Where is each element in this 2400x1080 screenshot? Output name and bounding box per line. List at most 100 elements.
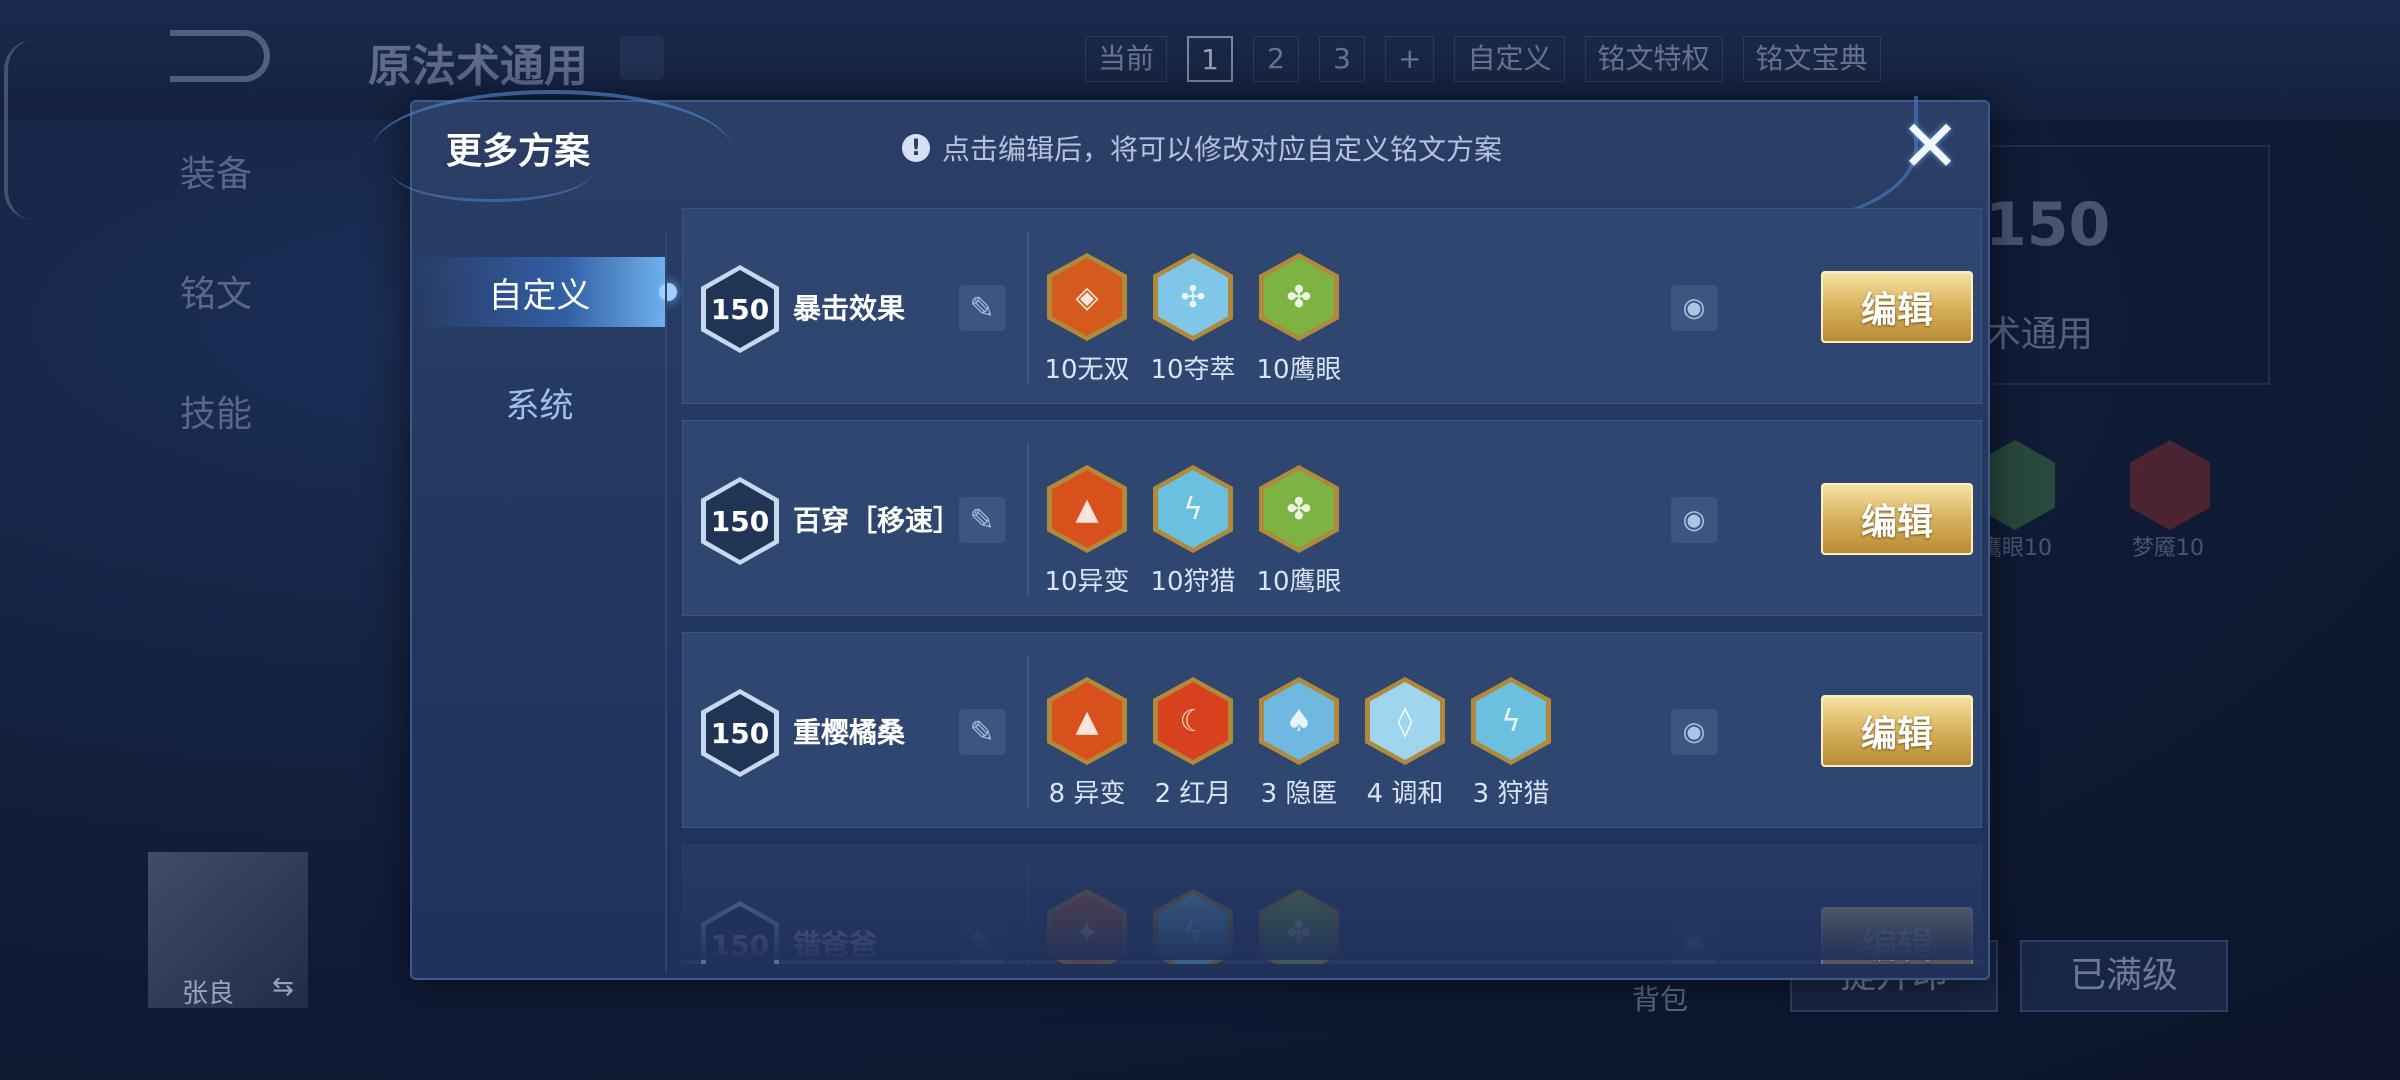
tab-3[interactable]: 3 bbox=[1319, 36, 1366, 82]
rune-label: 10异变 bbox=[1044, 567, 1130, 597]
rune-glyph: ☾ bbox=[1158, 682, 1228, 760]
page-title: 原法术通用 bbox=[368, 41, 588, 92]
rune-level-badge: 150 bbox=[701, 265, 779, 353]
edit-button[interactable]: 编辑 bbox=[1821, 907, 1973, 964]
tab-6[interactable]: 铭文特权 bbox=[1584, 36, 1723, 82]
tab-4[interactable]: + bbox=[1385, 36, 1435, 82]
rune-list: ◈ 10无双 ✣ 10夺萃 ✤ 10鹰眼 bbox=[1044, 253, 1342, 386]
rune-item: ▲ 10异变 bbox=[1044, 465, 1130, 598]
rune-emblem-icon: ▲ bbox=[1047, 677, 1127, 765]
rune-emblem-icon: ✦ bbox=[1047, 889, 1127, 964]
dialog-title: 更多方案 bbox=[446, 131, 591, 172]
tab-2[interactable]: 2 bbox=[1253, 36, 1300, 82]
rune-item: ✤ 10鹰眼 bbox=[1256, 465, 1342, 598]
edit-button[interactable]: 编辑 bbox=[1821, 271, 1973, 343]
row-divider bbox=[1027, 867, 1029, 964]
rune-emblem-icon: ✣ bbox=[1153, 253, 1233, 341]
swap-icon[interactable]: ⇆ bbox=[272, 972, 294, 1002]
rename-pen-icon[interactable]: ✎ bbox=[959, 709, 1005, 755]
decor-swirl bbox=[1658, 96, 1918, 226]
rune-glyph: ϟ bbox=[1158, 470, 1228, 548]
preset-name: 重樱橘桑 bbox=[793, 716, 906, 749]
rune-list: ▲ 8 异变 ☾ 2 红月 ♠ 3 隐匿 ◊ 4 调和 ϟ 3 狩猎 bbox=[1047, 677, 1551, 810]
preset-row: 150 百穿［移速］ ✎ ▲ 10异变 ϟ 10狩猎 ✤ 10鹰眼 ◉ 编辑 bbox=[682, 420, 1982, 616]
rune-item: ◈ 10无双 bbox=[1044, 253, 1130, 386]
rune-glyph: ✤ bbox=[1264, 470, 1334, 548]
menu-skills[interactable]: 技能 bbox=[180, 385, 252, 437]
current-rune-title: 术通用 bbox=[1985, 314, 2094, 355]
active-dot-icon bbox=[659, 283, 677, 301]
rune-item: ✦ bbox=[1047, 889, 1127, 964]
tab-5[interactable]: 自定义 bbox=[1454, 36, 1565, 82]
rune-emblem-icon: ◊ bbox=[1365, 677, 1445, 765]
preset-list[interactable]: 150 暴击效果 ✎ ◈ 10无双 ✣ 10夺萃 ✤ 10鹰眼 ◉ 编辑 150… bbox=[682, 208, 1982, 964]
maxed-button[interactable]: 已满级 bbox=[2020, 940, 2228, 1012]
rune-label: 10狩猎 bbox=[1150, 567, 1236, 597]
rune-glyph: ◈ bbox=[1052, 258, 1122, 336]
back-arrow-icon[interactable] bbox=[170, 30, 270, 82]
preview-eye-icon[interactable]: ◉ bbox=[1671, 497, 1717, 543]
preview-eye-icon[interactable]: ◉ bbox=[1671, 285, 1717, 331]
info-icon: ! bbox=[902, 134, 930, 162]
tab-system[interactable]: 系统 bbox=[412, 367, 667, 437]
dialog-sidebar: 自定义 系统 bbox=[412, 232, 677, 972]
rune-label: 4 调和 bbox=[1366, 779, 1444, 809]
row-divider bbox=[1027, 231, 1029, 383]
rune-item: ϟ bbox=[1153, 889, 1233, 964]
rune-glyph: ▲ bbox=[1052, 470, 1122, 548]
rune-emblem-icon: ◈ bbox=[1047, 253, 1127, 341]
menu-runes[interactable]: 铭文 bbox=[180, 265, 252, 317]
rune-item: ▲ 8 异变 bbox=[1047, 677, 1127, 810]
preset-tabs: 当前 1 2 3 + 自定义 铭文特权 铭文宝典 bbox=[1085, 36, 1881, 82]
rune-emblem-icon: ϟ bbox=[1153, 465, 1233, 553]
rename-pen-icon[interactable]: ✎ bbox=[959, 921, 1005, 964]
close-button[interactable]: ✕ bbox=[1900, 110, 1960, 182]
rune-level-badge: 150 bbox=[701, 477, 779, 565]
row-divider bbox=[1027, 655, 1029, 807]
preset-name: 暴击效果 bbox=[793, 292, 906, 325]
rename-pen-icon[interactable]: ✎ bbox=[959, 497, 1005, 543]
preview-eye-icon[interactable]: ◉ bbox=[1671, 709, 1717, 755]
rune-item: ϟ 3 狩猎 bbox=[1471, 677, 1551, 810]
rune-item: ☾ 2 红月 bbox=[1153, 677, 1233, 810]
preset-name: 锴爸爸 bbox=[793, 928, 878, 961]
tab-1[interactable]: 1 bbox=[1187, 36, 1234, 82]
preset-row: 150 暴击效果 ✎ ◈ 10无双 ✣ 10夺萃 ✤ 10鹰眼 ◉ 编辑 bbox=[682, 208, 1982, 404]
rune-glyph: ϟ bbox=[1158, 894, 1228, 964]
preset-row: 150 重樱橘桑 ✎ ▲ 8 异变 ☾ 2 红月 ♠ 3 隐匿 ◊ 4 调和 ϟ… bbox=[682, 632, 1982, 828]
preview-eye-icon[interactable]: ◉ bbox=[1671, 921, 1717, 964]
tab-0[interactable]: 当前 bbox=[1085, 36, 1168, 82]
rune-glyph: ♠ bbox=[1264, 682, 1334, 760]
tab-7[interactable]: 铭文宝典 bbox=[1742, 36, 1881, 82]
tab-custom[interactable]: 自定义 bbox=[412, 257, 677, 327]
rune-level: 150 bbox=[706, 694, 774, 772]
rune-level-badge: 150 bbox=[701, 689, 779, 777]
rune-item: ✣ 10夺萃 bbox=[1150, 253, 1236, 386]
edit-button[interactable]: 编辑 bbox=[1821, 483, 1973, 555]
current-rune-level: 150 bbox=[1985, 190, 2111, 260]
rune-emblem-icon: ▲ bbox=[1047, 465, 1127, 553]
rune-item: ♠ 3 隐匿 bbox=[1259, 677, 1339, 810]
menu-equipment[interactable]: 装备 bbox=[180, 145, 252, 197]
rune-glyph: ϟ bbox=[1476, 682, 1546, 760]
grid-icon[interactable] bbox=[620, 36, 664, 80]
rune-item: ✤ bbox=[1259, 889, 1339, 964]
rune-label: 3 隐匿 bbox=[1260, 779, 1338, 809]
bag-label[interactable]: 背包 bbox=[1632, 978, 1688, 1018]
emblem-label: 鹰眼10 bbox=[1980, 536, 2052, 561]
edit-button[interactable]: 编辑 bbox=[1821, 695, 1973, 767]
rune-item: ϟ 10狩猎 bbox=[1150, 465, 1236, 598]
row-divider bbox=[1027, 443, 1029, 595]
rename-pen-icon[interactable]: ✎ bbox=[959, 285, 1005, 331]
rune-level: 150 bbox=[706, 906, 774, 964]
rune-glyph: ▲ bbox=[1052, 682, 1122, 760]
emblem-label: 梦魇10 bbox=[2132, 536, 2204, 561]
rune-label: 2 红月 bbox=[1154, 779, 1232, 809]
rune-glyph: ✤ bbox=[1264, 894, 1334, 964]
rune-emblem-icon: ϟ bbox=[1153, 889, 1233, 964]
rune-emblem-icon: ♠ bbox=[1259, 677, 1339, 765]
edge-arc bbox=[4, 40, 34, 220]
hint-text: 点击编辑后，将可以修改对应自定义铭文方案 bbox=[942, 133, 1503, 166]
more-presets-dialog: 更多方案 ! 点击编辑后，将可以修改对应自定义铭文方案 ✕ 自定义 系统 150… bbox=[372, 90, 1990, 980]
rune-label: 10无双 bbox=[1044, 355, 1130, 385]
